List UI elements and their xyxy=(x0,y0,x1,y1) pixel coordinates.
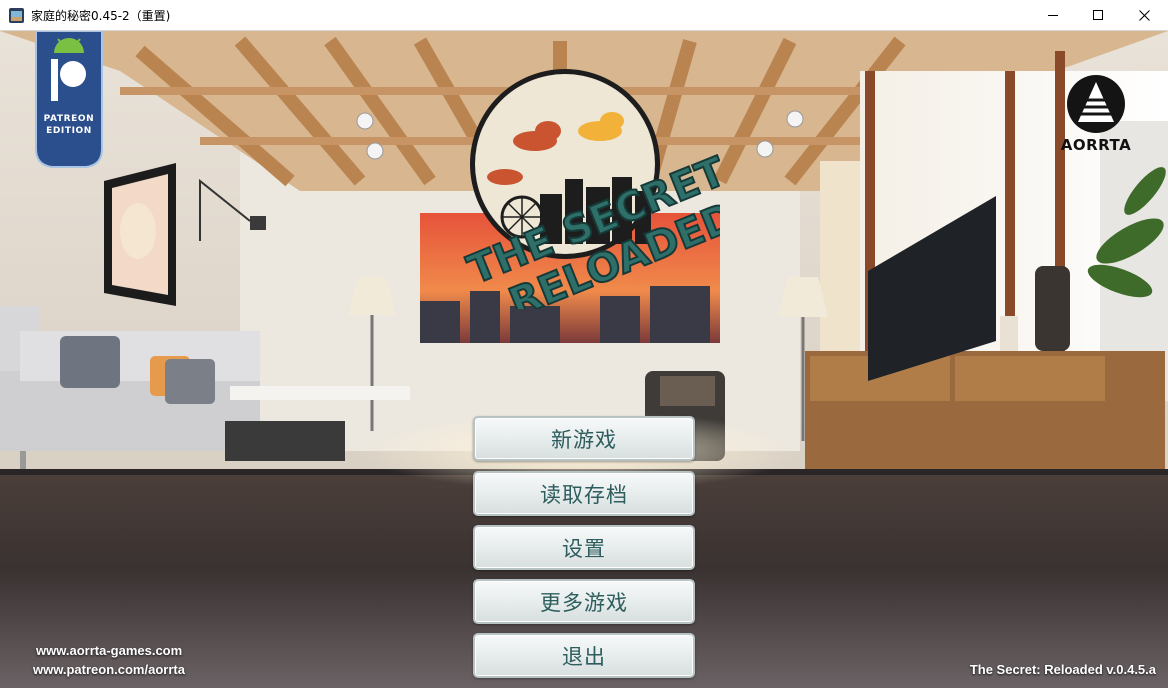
game-viewport: PATREON EDITION AORRTA THE SECRET RELOAD… xyxy=(0,31,1168,688)
more-games-button[interactable]: 更多游戏 xyxy=(473,579,695,624)
patreon-edition-label: PATREON EDITION xyxy=(34,113,104,137)
minimize-button[interactable] xyxy=(1030,0,1076,31)
new-game-label: 新游戏 xyxy=(551,427,617,452)
game-title-logo: THE SECRET RELOADED xyxy=(461,69,720,309)
patreon-link[interactable]: www.patreon.com/aorrta xyxy=(33,662,185,677)
patreon-label-line2: EDITION xyxy=(46,126,92,136)
settings-button[interactable]: 设置 xyxy=(473,525,695,570)
window-title: 家庭的秘密0.45-2（重置) xyxy=(31,9,171,23)
close-button[interactable] xyxy=(1121,0,1167,31)
load-game-label: 读取存档 xyxy=(540,482,628,507)
website-link[interactable]: www.aorrta-games.com xyxy=(36,643,182,658)
new-game-button[interactable]: 新游戏 xyxy=(473,416,695,461)
minimize-icon xyxy=(1047,15,1058,16)
aorrta-logo-icon xyxy=(1067,75,1125,133)
patreon-label-line1: PATREON xyxy=(43,114,95,124)
more-games-label: 更多游戏 xyxy=(540,590,628,615)
version-label: The Secret: Reloaded v.0.4.5.a xyxy=(969,662,1156,677)
maximize-button[interactable] xyxy=(1075,0,1121,31)
maximize-icon xyxy=(1092,10,1103,20)
window-titlebar: 家庭的秘密0.45-2（重置) xyxy=(0,0,1168,31)
game-app-icon xyxy=(9,8,24,23)
close-icon xyxy=(1138,10,1150,21)
settings-label: 设置 xyxy=(562,536,606,561)
quit-label: 退出 xyxy=(562,644,606,669)
aorrta-wordmark: AORRTA xyxy=(1060,136,1132,154)
quit-button[interactable]: 退出 xyxy=(473,633,695,678)
patreon-edition-badge xyxy=(35,31,103,168)
load-game-button[interactable]: 读取存档 xyxy=(473,471,695,516)
